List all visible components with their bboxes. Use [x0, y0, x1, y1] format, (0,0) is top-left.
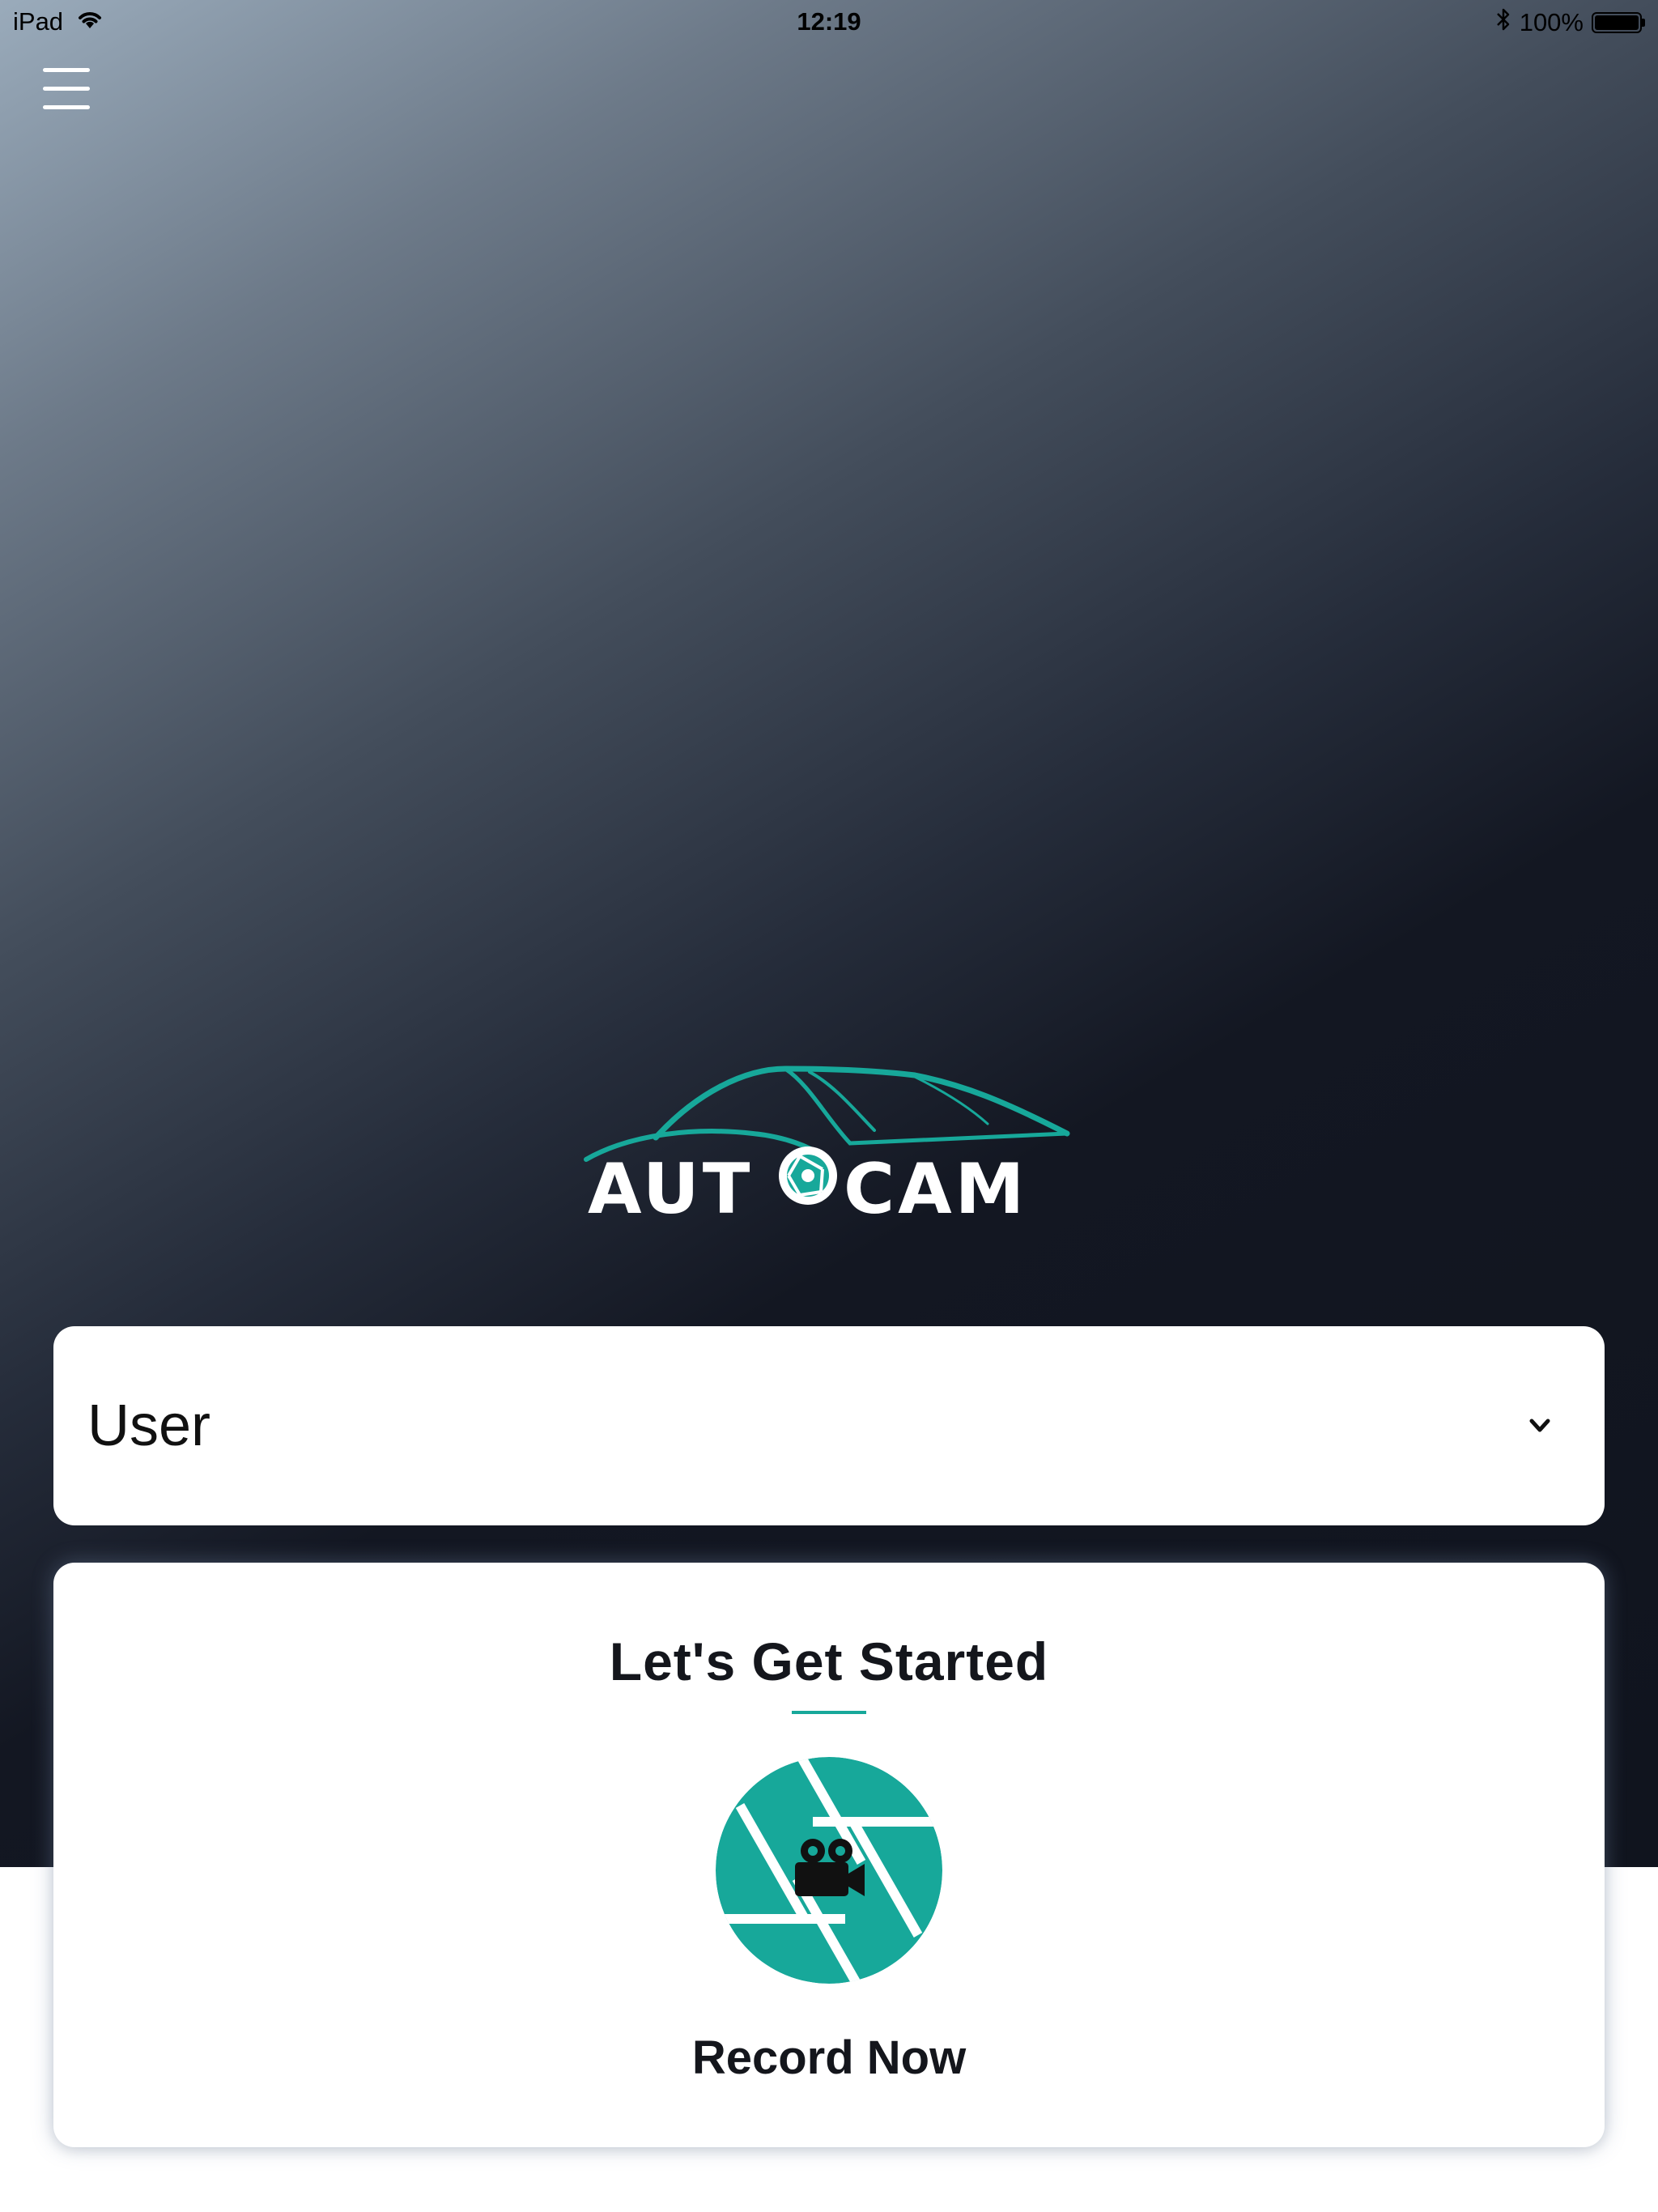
title-underline — [792, 1711, 866, 1714]
battery-fill — [1595, 15, 1639, 30]
logo-shutter-o — [779, 1146, 837, 1205]
chevron-down-icon — [1524, 1410, 1556, 1442]
logo-text-aut: AUT — [588, 1149, 753, 1230]
car-silhouette-logo: AUT CAM — [584, 1066, 1070, 1230]
logo-text-cam: CAM — [844, 1149, 1027, 1230]
shutter-video-camera-icon[interactable] — [714, 1755, 944, 1985]
status-bar: iPad 12:19 100% — [0, 0, 1658, 45]
bluetooth-icon — [1495, 7, 1511, 38]
status-time: 12:19 — [797, 7, 861, 36]
dropdown-selected-value: User — [87, 1393, 211, 1458]
menu-line-bottom — [43, 105, 90, 109]
get-started-card: Let's Get Started Record Now — [53, 1563, 1605, 2147]
card-title: Let's Get Started — [609, 1631, 1049, 1691]
status-bar-right: 100% — [1495, 7, 1645, 38]
battery-nub — [1642, 19, 1645, 27]
menu-line-middle — [43, 87, 90, 91]
menu-line-top — [43, 68, 90, 72]
user-role-dropdown[interactable]: User — [53, 1326, 1605, 1525]
app-screen: iPad 12:19 100% AUT CAM User Let's Get S… — [0, 0, 1658, 2212]
battery-percent: 100% — [1519, 8, 1584, 36]
record-now-button[interactable]: Record Now — [53, 2031, 1605, 2085]
hamburger-menu-icon[interactable] — [40, 66, 92, 112]
battery-body — [1592, 12, 1642, 33]
autocam-logo: AUT CAM — [583, 1053, 1077, 1231]
battery-icon — [1592, 12, 1645, 33]
